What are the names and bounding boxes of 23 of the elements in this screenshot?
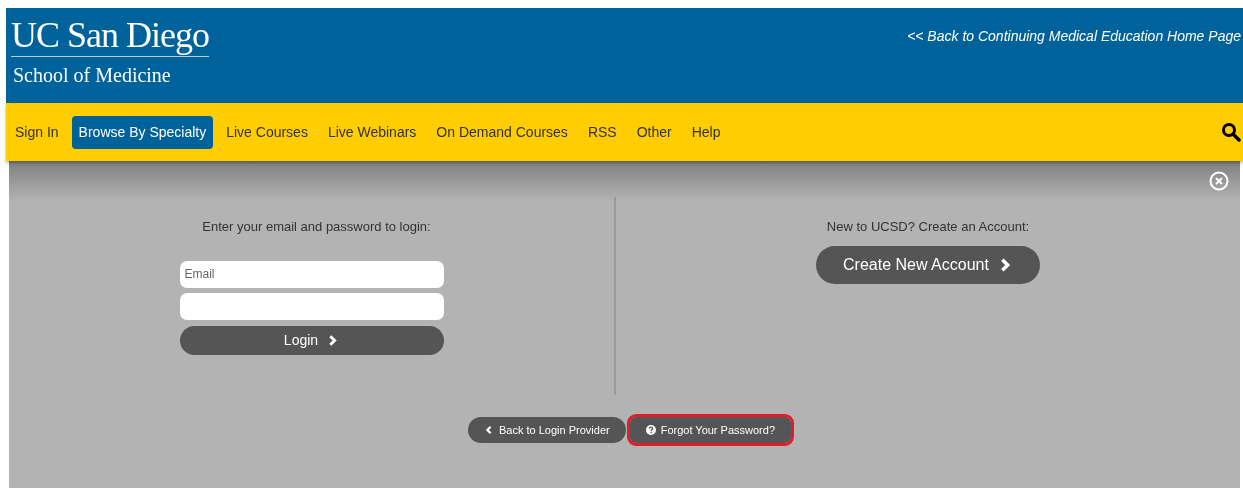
help-icon — [645, 425, 656, 435]
nav-item[interactable]: Other — [629, 115, 679, 149]
chevron-left-icon — [484, 425, 494, 435]
back-link[interactable]: << Back to Continuing Medical Education Home Page — [907, 26, 1243, 44]
close-icon[interactable] — [1209, 171, 1229, 191]
nav-item[interactable]: Sign In — [8, 115, 66, 149]
create-account-button[interactable]: Create New Account — [816, 245, 1040, 284]
login-button[interactable]: Login — [179, 325, 444, 355]
nav-item[interactable]: Browse By Specialty — [71, 115, 214, 149]
back-button[interactable]: Back to Login Provider — [468, 417, 626, 443]
email-field[interactable]: Email — [179, 260, 444, 288]
login-prompt: Enter your email and password to login: — [202, 218, 431, 236]
logo-title: UC San Diego — [11, 16, 209, 57]
nav-item[interactable]: Live Webinars — [320, 115, 424, 149]
search-icon[interactable] — [1221, 122, 1241, 142]
password-field[interactable] — [179, 292, 444, 320]
nav-item[interactable]: RSS — [580, 115, 624, 149]
nav-item[interactable]: Live Courses — [219, 115, 315, 149]
nav-item[interactable]: Help — [684, 115, 728, 149]
register-prompt: New to UCSD? Create an Account: — [826, 218, 1030, 236]
forgot-password-button[interactable]: Forgot Your Password? — [629, 417, 791, 443]
logo-subtitle: School of Medicine — [12, 63, 172, 87]
nav-item[interactable]: On Demand Courses — [429, 115, 575, 149]
